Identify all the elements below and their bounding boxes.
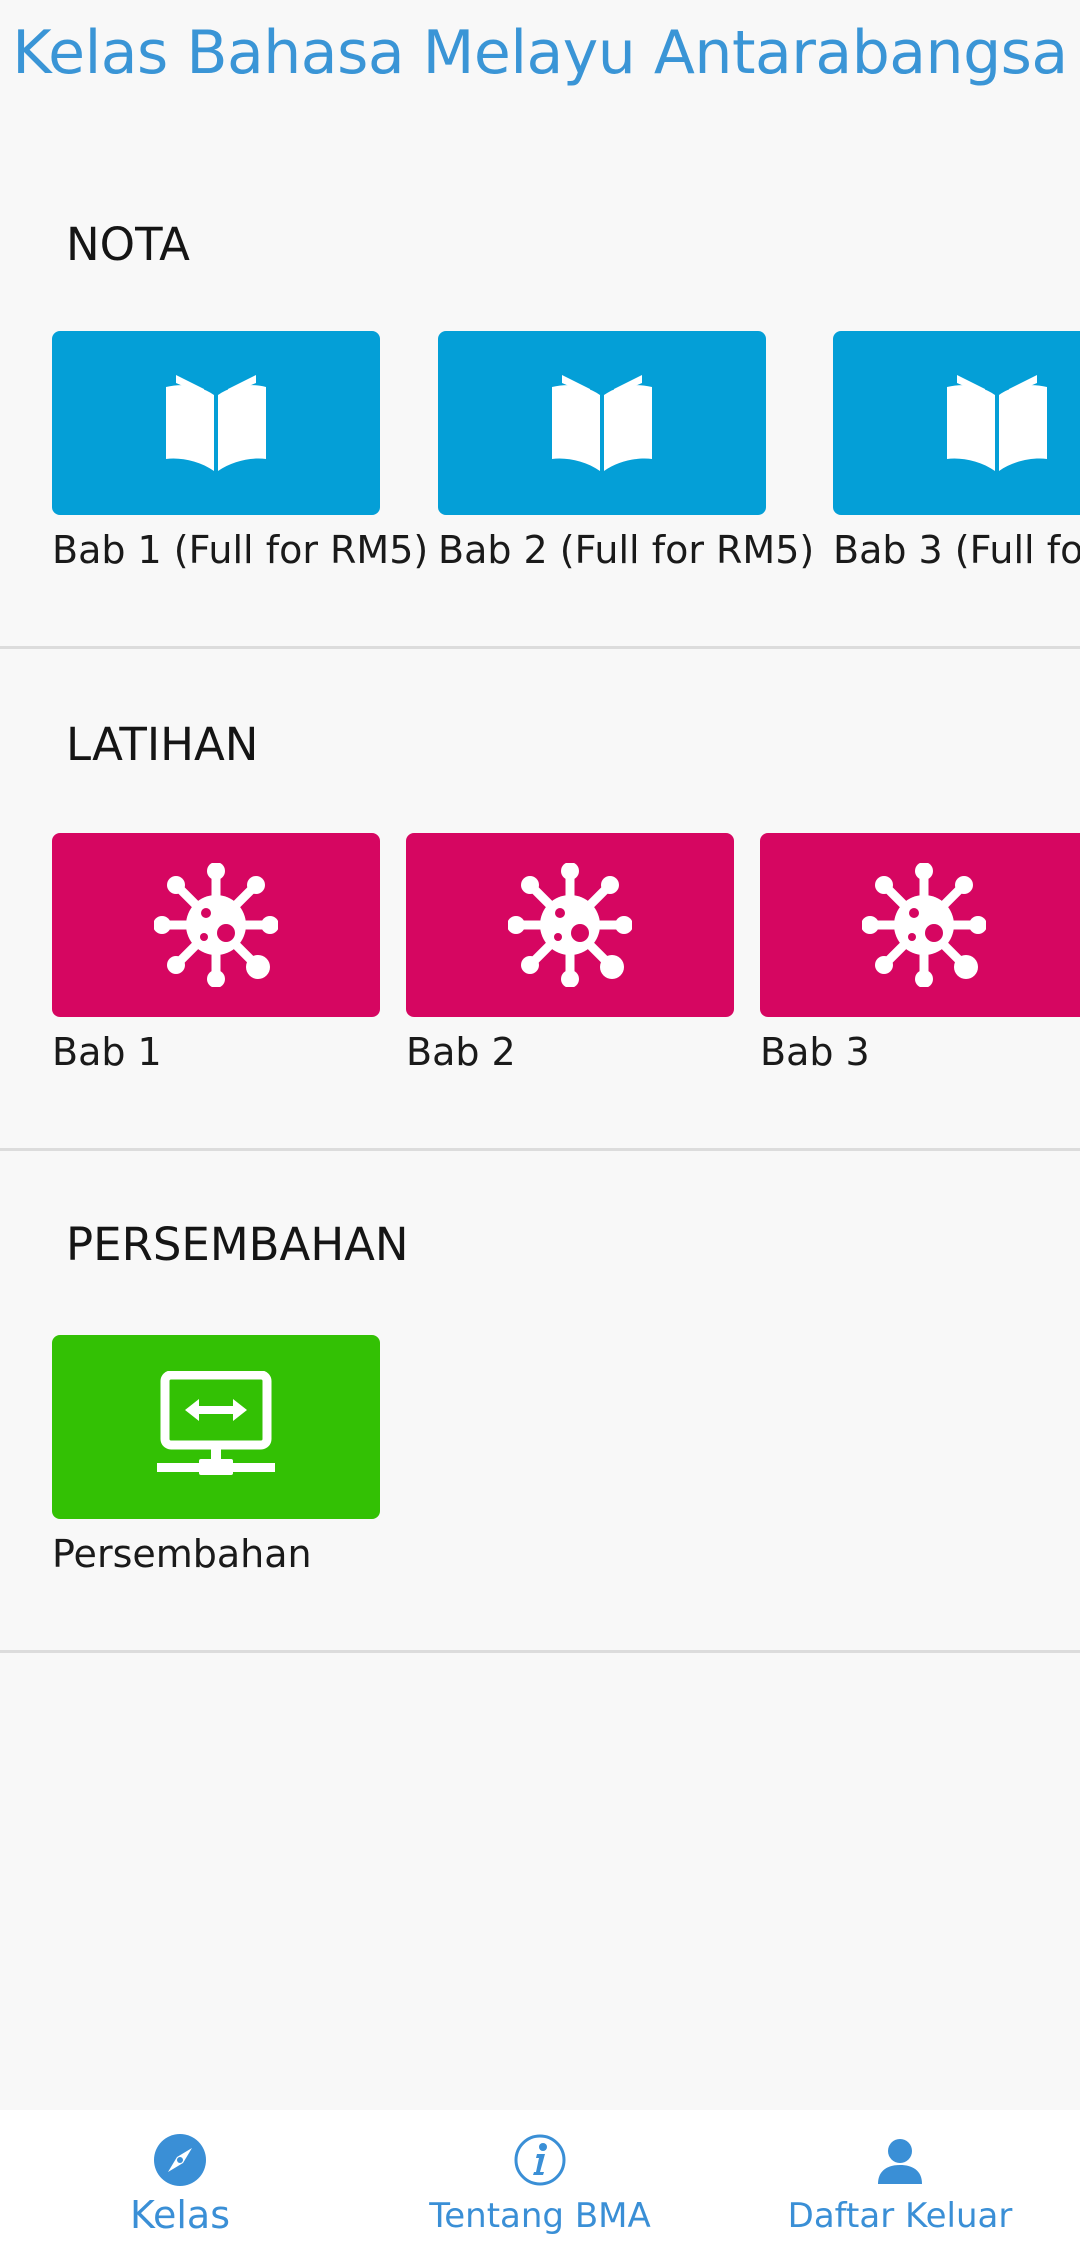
divider bbox=[0, 646, 1080, 649]
section-heading-latihan: LATIHAN bbox=[66, 718, 259, 771]
section-latihan: LATIHAN Bab 1 Bab 2 Bab 3 bbox=[0, 650, 1080, 1148]
user-icon bbox=[878, 2139, 922, 2184]
latihan-tile-bab-2[interactable] bbox=[406, 833, 734, 1017]
nota-tile-bab-2[interactable] bbox=[438, 331, 766, 515]
nav-item-daftar-keluar[interactable]: Daftar Keluar bbox=[720, 2110, 1080, 2257]
virus-icon bbox=[154, 863, 278, 987]
nota-tile-bab-1[interactable] bbox=[52, 331, 380, 515]
section-heading-persembahan: PERSEMBAHAN bbox=[66, 1218, 409, 1271]
monitor-arrows-icon bbox=[157, 1371, 275, 1475]
latihan-label-bab-3: Bab 3 bbox=[760, 1030, 870, 1074]
divider bbox=[0, 1650, 1080, 1653]
nav-label-daftar-keluar: Daftar Keluar bbox=[787, 2196, 1013, 2236]
nota-tile-bab-3[interactable] bbox=[833, 331, 1080, 515]
nav-label-tentang-bma: Tentang BMA bbox=[429, 2196, 651, 2236]
nota-label-bab-1: Bab 1 (Full for RM5) bbox=[52, 528, 429, 572]
section-nota: NOTA Bab 1 (Full for RM5) Bab 2 (Full fo… bbox=[0, 0, 1080, 650]
nav-item-kelas[interactable]: Kelas bbox=[0, 2110, 360, 2257]
persembahan-label: Persembahan bbox=[52, 1532, 312, 1576]
latihan-label-bab-1: Bab 1 bbox=[52, 1030, 162, 1074]
nav-label-kelas: Kelas bbox=[129, 2193, 231, 2237]
divider bbox=[0, 1148, 1080, 1151]
latihan-tile-bab-3[interactable] bbox=[760, 833, 1080, 1017]
nav-item-tentang-bma[interactable]: Tentang BMA bbox=[360, 2110, 720, 2257]
info-icon bbox=[514, 2134, 566, 2186]
bottom-nav: Kelas Tentang BMA Daftar Keluar bbox=[0, 2110, 1080, 2257]
compass-icon bbox=[154, 2134, 206, 2186]
persembahan-tile[interactable] bbox=[52, 1335, 380, 1519]
virus-icon bbox=[862, 863, 986, 987]
nota-label-bab-3: Bab 3 (Full for RM5) bbox=[833, 528, 1080, 572]
app-screen: Kelas Bahasa Melayu Antarabangsa NOTA Ba… bbox=[0, 0, 1080, 2257]
nota-label-bab-2: Bab 2 (Full for RM5) bbox=[438, 528, 815, 572]
open-book-icon bbox=[947, 375, 1047, 471]
section-heading-nota: NOTA bbox=[66, 218, 190, 271]
open-book-icon bbox=[166, 375, 266, 471]
open-book-icon bbox=[552, 375, 652, 471]
latihan-label-bab-2: Bab 2 bbox=[406, 1030, 516, 1074]
section-persembahan: PERSEMBAHAN Persembahan bbox=[0, 1152, 1080, 1650]
virus-icon bbox=[508, 863, 632, 987]
latihan-tile-bab-1[interactable] bbox=[52, 833, 380, 1017]
